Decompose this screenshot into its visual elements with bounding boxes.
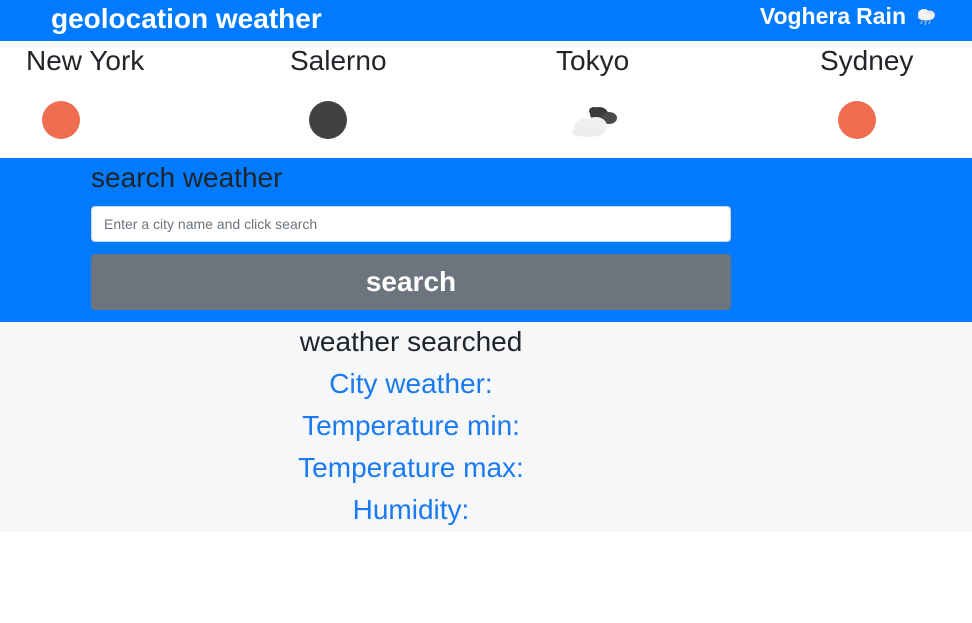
city-name-new-york: New York — [26, 45, 145, 76]
sun-icon — [837, 100, 877, 140]
current-location-condition: Rain — [856, 2, 906, 29]
app-brand[interactable]: geolocation weather — [51, 2, 322, 36]
city-name-sydney: Sydney — [820, 45, 914, 76]
humidity-label: Humidity: — [352, 494, 470, 525]
search-button[interactable]: search — [91, 254, 731, 310]
city-name-tokyo: Tokyo — [556, 45, 630, 76]
city-name-salerno: Salerno — [290, 45, 387, 76]
temperature-max-label: Temperature max: — [298, 452, 524, 483]
current-location-city: Voghera — [759, 2, 851, 29]
temperature-min-label: Temperature min: — [302, 410, 520, 441]
top-navbar: geolocation weather Voghera Rain — [0, 0, 972, 41]
search-results: weather searched City weather: Temperatu… — [0, 322, 972, 532]
city-search-input[interactable] — [91, 206, 731, 242]
city-weather-label: City weather: — [329, 368, 493, 399]
current-location-weather: Voghera Rain — [760, 1, 938, 31]
dark-moon-icon — [308, 100, 348, 140]
featured-cities: New York Salerno Tokyo Sydney — [0, 41, 972, 158]
search-title: search weather — [91, 162, 283, 193]
broken-clouds-icon — [566, 100, 622, 140]
search-section: search weather search — [0, 158, 972, 322]
sun-icon — [41, 100, 81, 140]
results-title: weather searched — [299, 326, 523, 357]
rain-cloud-icon — [914, 5, 938, 27]
